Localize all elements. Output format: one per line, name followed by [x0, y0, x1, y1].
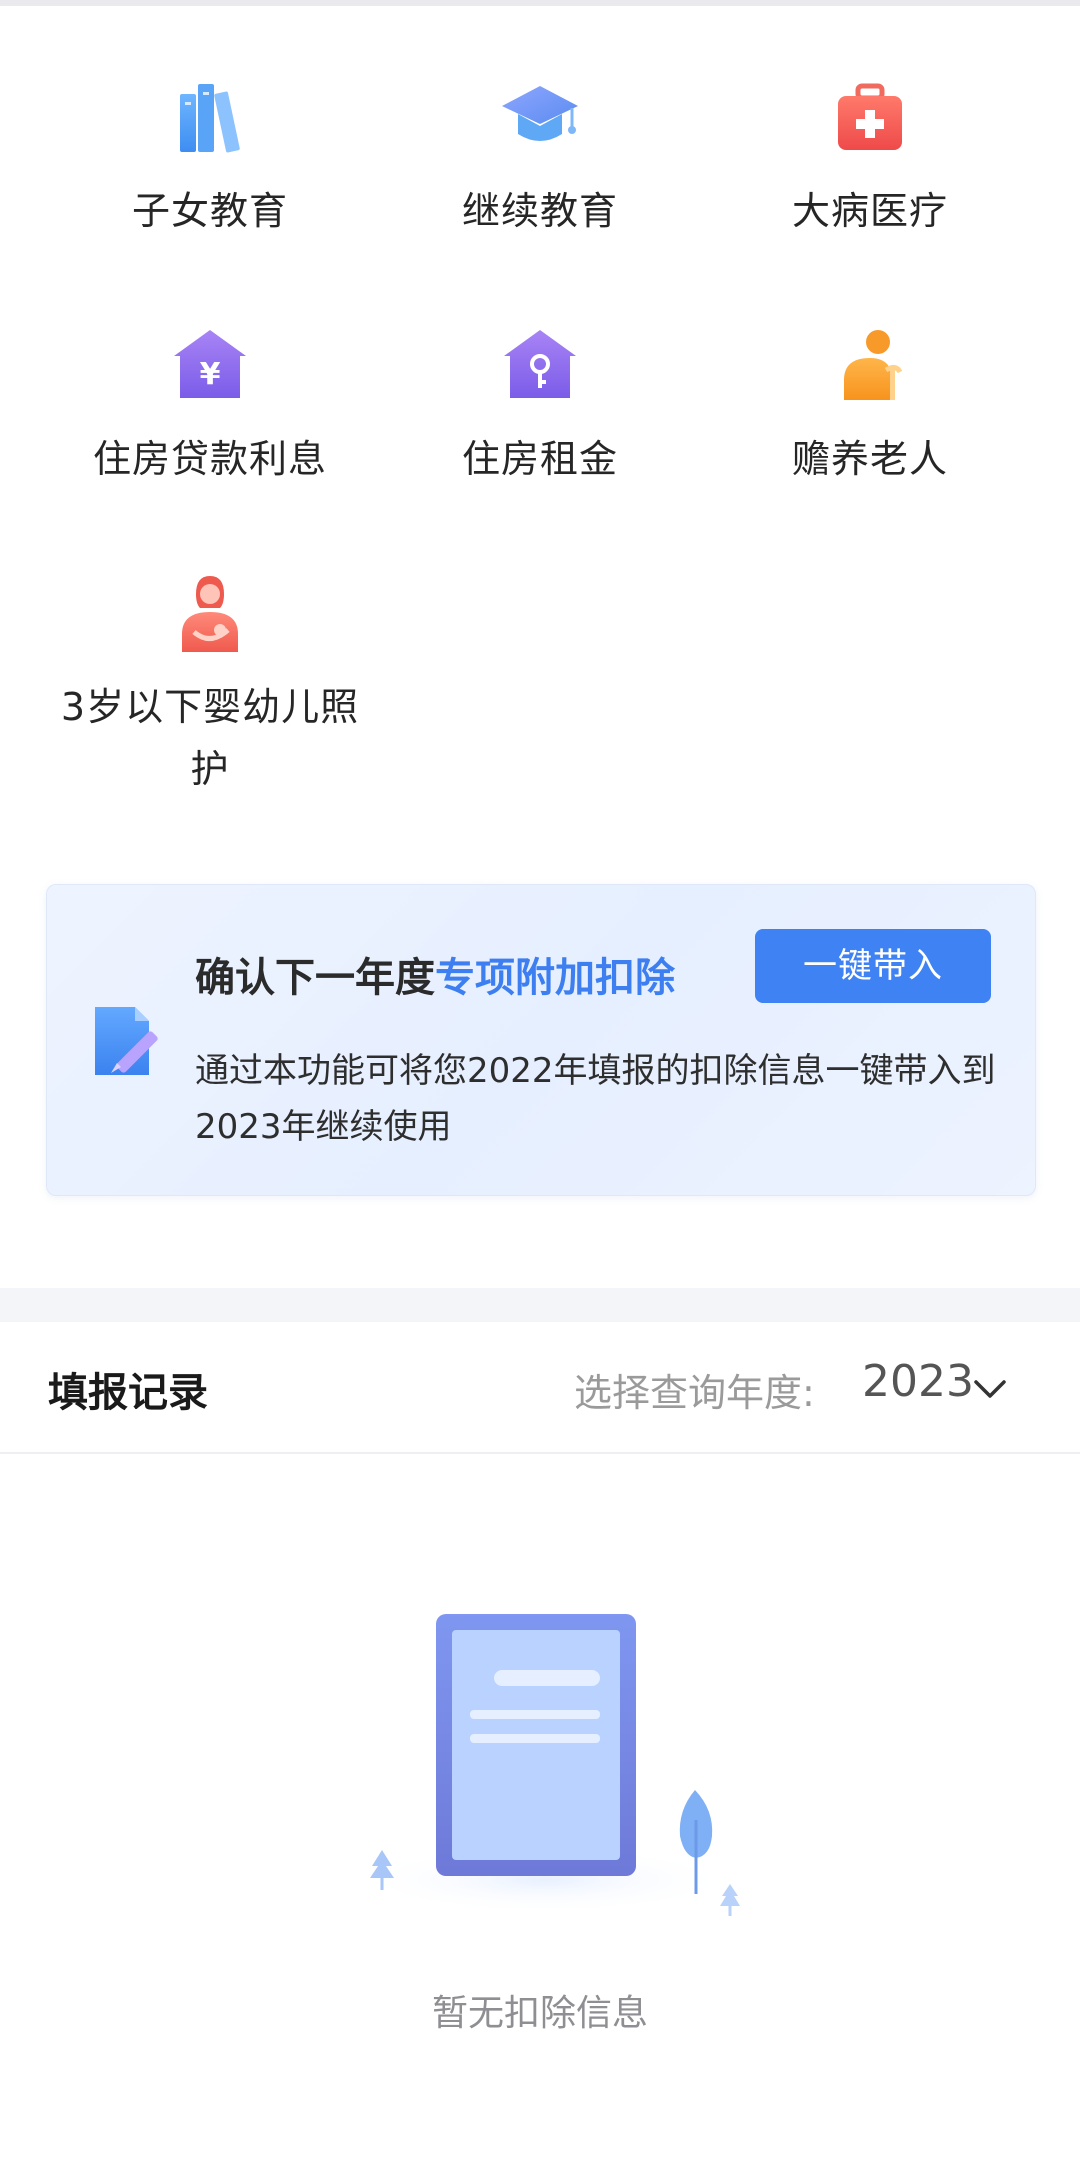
- house-key-icon: [504, 330, 576, 398]
- card-title-plain: 确认下一年度: [195, 955, 435, 1001]
- category-label: 大病医疗: [791, 189, 948, 233]
- empty-state-illustration: [360, 1614, 740, 1916]
- chevron-down-icon[interactable]: [970, 1370, 1010, 1410]
- empty-state-text: 暂无扣除信息: [431, 1993, 648, 2034]
- books-icon: [180, 84, 240, 153]
- category-serious-illness[interactable]: 大病医疗: [705, 78, 1035, 242]
- category-children-education[interactable]: 子女教育: [45, 78, 375, 242]
- category-infant-care[interactable]: 3岁以下婴幼儿照护: [45, 574, 375, 800]
- elderly-person-icon: [844, 330, 903, 400]
- category-housing-rent[interactable]: 住房租金: [375, 326, 705, 490]
- category-continuing-education[interactable]: 继续教育: [375, 78, 705, 242]
- category-elderly-support[interactable]: 赡养老人: [705, 326, 1035, 490]
- house-yuan-icon: ¥: [174, 330, 246, 398]
- category-label: 继续教育: [461, 189, 618, 233]
- category-label: 3岁以下婴幼儿照护: [60, 685, 360, 791]
- records-title: 填报记录: [48, 1370, 208, 1416]
- section-divider: [0, 1288, 1080, 1322]
- year-select-label: 选择查询年度:: [574, 1371, 815, 1415]
- medical-kit-icon: [838, 83, 902, 150]
- mother-infant-icon: [182, 576, 238, 652]
- category-label: 子女教育: [131, 189, 288, 233]
- category-label: 住房租金: [461, 437, 618, 481]
- one-click-import-button[interactable]: 一键带入: [755, 929, 991, 1003]
- category-label: 赡养老人: [791, 437, 948, 481]
- year-select-value[interactable]: 2023: [862, 1356, 974, 1407]
- graduation-cap-icon: [502, 86, 578, 141]
- svg-text:¥: ¥: [200, 357, 221, 392]
- card-title: 确认下一年度专项附加扣除: [195, 945, 675, 1003]
- category-label: 住房贷款利息: [92, 437, 327, 481]
- document-edit-icon: [95, 1007, 158, 1075]
- top-divider: [0, 0, 1080, 6]
- card-description: 通过本功能可将您2022年填报的扣除信息一键带入到2023年继续使用: [195, 1051, 996, 1147]
- records-header: 填报记录 选择查询年度: 2023: [0, 1322, 1080, 1454]
- carry-over-card: 确认下一年度专项附加扣除 一键带入 通过本功能可将您2022年填报的扣除信息一键…: [46, 884, 1036, 1196]
- category-housing-loan-interest[interactable]: ¥ 住房贷款利息: [45, 326, 375, 490]
- card-title-highlight: 专项附加扣除: [435, 955, 675, 1001]
